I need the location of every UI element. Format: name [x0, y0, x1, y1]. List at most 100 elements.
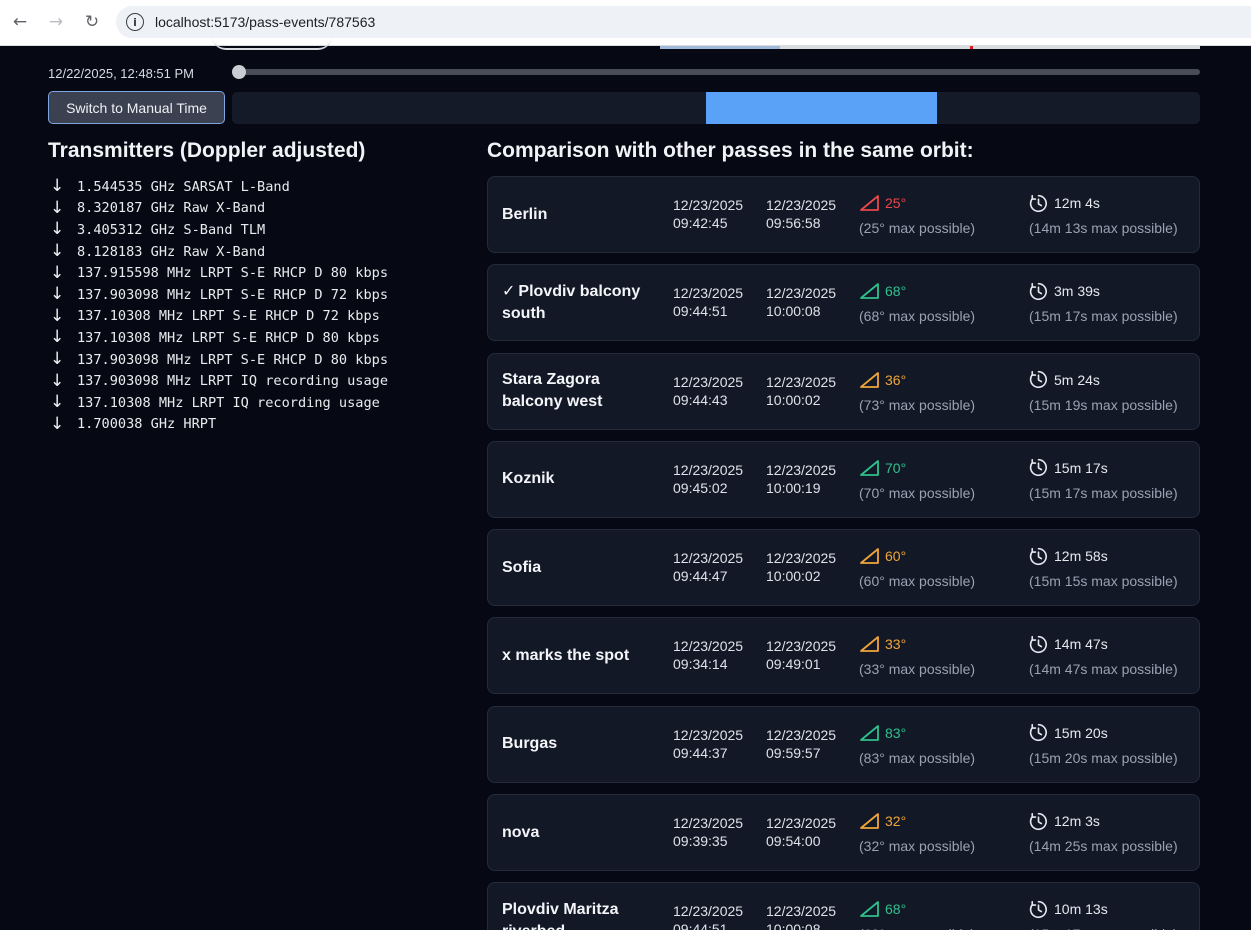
- pass-card[interactable]: nova 12/23/2025 09:39:35 12/23/2025 09:54:00…: [487, 794, 1200, 872]
- start-time: 09:44:47: [673, 568, 728, 585]
- transmitter-label: 8.320187 GHz Raw X-Band: [77, 200, 266, 217]
- transmitter-row: ↓ 137.903098 MHz LRPT S-E RHCP D 72 kbps: [50, 284, 470, 306]
- elevation-block: 70° (70° max possible): [859, 458, 975, 501]
- start-date: 12/23/2025: [673, 815, 744, 832]
- location-name: Sofia: [502, 530, 662, 605]
- location-name-text: nova: [502, 823, 540, 841]
- transmitter-row: ↓ 8.320187 GHz Raw X-Band: [50, 198, 470, 220]
- pass-end: 12/23/2025 10:00:02: [766, 549, 836, 585]
- elevation-value: 83°: [885, 724, 907, 741]
- duration-max: (15m 17s max possible): [1029, 484, 1178, 501]
- downlink-arrow-icon: ↓: [50, 284, 65, 305]
- pass-card[interactable]: Stara Zagora balcony west 12/23/2025 09:44…: [487, 352, 1200, 430]
- location-name: ✓ Plovdiv balcony south: [502, 265, 662, 340]
- time-slider-track[interactable]: [238, 69, 1200, 75]
- pass-end: 12/23/2025 09:49:01: [766, 637, 836, 673]
- duration-block: 5m 24s (15m 19s max possible): [1029, 370, 1178, 413]
- forward-icon[interactable]: →: [42, 8, 70, 36]
- duration-max: (15m 19s max possible): [1029, 396, 1178, 413]
- location-name-text: Stara Zagora balcony west: [502, 371, 603, 411]
- duration-block: 14m 47s (14m 47s max possible): [1029, 634, 1178, 677]
- pass-card[interactable]: Koznik 12/23/2025 09:45:02 12/23/2025 10:00:…: [487, 440, 1200, 518]
- duration-block: 12m 3s (14m 25s max possible): [1029, 811, 1178, 854]
- pass-end: 12/23/2025 09:54:00: [766, 814, 836, 850]
- time-slider-thumb[interactable]: [232, 65, 246, 79]
- transmitter-row: ↓ 3.405312 GHz S-Band TLM: [50, 219, 470, 241]
- pass-window-bar: [706, 92, 937, 124]
- transmitter-row: ↓ 137.903098 MHz LRPT S-E RHCP D 80 kbps: [50, 349, 470, 371]
- start-time: 09:44:51: [673, 303, 728, 320]
- end-date: 12/23/2025: [766, 197, 837, 213]
- start-date: 12/23/2025: [673, 903, 744, 920]
- end-date: 12/23/2025: [766, 285, 837, 302]
- url-text[interactable]: localhost:5173/pass-events/787563: [155, 14, 375, 30]
- elevation-block: 25° (25° max possible): [859, 193, 975, 236]
- end-date: 12/23/2025: [766, 550, 837, 567]
- pass-card[interactable]: ✓ Plovdiv balcony south 12/23/2025 09:44:51…: [487, 264, 1200, 342]
- site-info-icon[interactable]: i: [126, 13, 144, 31]
- reload-icon[interactable]: ↻: [78, 8, 106, 36]
- transmitter-list: ↓ 1.544535 GHz SARSAT L-Band ↓ 8.320187 GHz…: [50, 176, 470, 435]
- transmitter-row: ↓ 137.10308 MHz LRPT IQ recording usage: [50, 392, 470, 414]
- transmitter-label: 137.10308 MHz LRPT S-E RHCP D 80 kbps: [77, 329, 380, 346]
- elevation-block: 60° (60° max possible): [859, 546, 975, 589]
- back-icon[interactable]: ←: [6, 8, 34, 36]
- location-name: Berlin: [502, 177, 662, 252]
- map-marker: [970, 46, 973, 49]
- elevation-max: (83° max possible): [859, 749, 976, 766]
- elevation-block: 68° (68° max possible): [859, 899, 975, 930]
- elevation-value: 68°: [885, 283, 907, 300]
- elevation-block: 32° (32° max possible): [859, 811, 975, 854]
- transmitter-label: 3.405312 GHz S-Band TLM: [77, 221, 266, 238]
- elevation-max: (25° max possible): [859, 220, 976, 236]
- pass-card[interactable]: Burgas 12/23/2025 09:44:37 12/23/2025 09:59:…: [487, 705, 1200, 783]
- location-name-text: Berlin: [502, 205, 548, 223]
- clock-icon: [1029, 724, 1047, 742]
- start-date: 12/23/2025: [673, 461, 744, 478]
- current-time-label: 12/22/2025, 12:48:51 PM: [48, 66, 195, 81]
- elevation-triangle-icon: [860, 724, 879, 741]
- start-time: 09:42:45: [673, 215, 728, 231]
- duration-max: (15m 20s max possible): [1029, 749, 1178, 766]
- elevation-block: 36° (73° max possible): [859, 370, 975, 413]
- pass-card[interactable]: x marks the spot 12/23/2025 09:34:14 12/23/…: [487, 617, 1200, 695]
- pass-card[interactable]: Berlin 12/23/2025 09:42:45 12/23/2025 09:56:…: [487, 176, 1200, 253]
- transmitter-row: ↓ 1.544535 GHz SARSAT L-Band: [50, 176, 470, 198]
- clock-icon: [1029, 812, 1047, 830]
- elevation-triangle-icon: [860, 283, 879, 300]
- end-time: 10:00:08: [766, 303, 821, 320]
- duration-value: 15m 20s: [1054, 724, 1108, 741]
- transmitter-label: 137.915598 MHz LRPT S-E RHCP D 80 kbps: [77, 265, 388, 282]
- pass-start: 12/23/2025 09:42:45: [673, 196, 743, 232]
- switch-manual-time-button[interactable]: Switch to Manual Time: [48, 91, 225, 124]
- location-name: Koznik: [502, 442, 662, 517]
- downlink-arrow-icon: ↓: [50, 305, 65, 326]
- transmitter-label: 137.10308 MHz LRPT S-E RHCP D 72 kbps: [77, 308, 380, 325]
- end-time: 10:00:02: [766, 391, 821, 408]
- pass-card[interactable]: Plovdiv Maritza riverbed 12/23/202509:44:…: [487, 882, 1200, 930]
- start-time: 09:44:51: [673, 921, 728, 930]
- start-time: 09:44:43: [673, 391, 728, 408]
- transmitters-heading: Transmitters (Doppler adjusted): [48, 139, 366, 162]
- elevation-value: 68°: [885, 901, 907, 918]
- downlink-arrow-icon: ↓: [50, 219, 65, 240]
- duration-value: 15m 17s: [1054, 459, 1108, 476]
- elevation-triangle-icon: [860, 636, 879, 653]
- transmitter-row: ↓ 137.915598 MHz LRPT S-E RHCP D 80 kbps: [50, 262, 470, 284]
- transmitter-label: 137.903098 MHz LRPT IQ recording usage: [77, 373, 388, 390]
- elevation-block: 33° (33° max possible): [859, 634, 975, 677]
- elevation-value: 32°: [885, 813, 907, 830]
- pass-start: 12/23/2025 09:44:43: [673, 373, 743, 409]
- clock-icon: [1029, 635, 1047, 654]
- duration-value: 12m 3s: [1054, 813, 1100, 830]
- start-time: 09:45:02: [673, 479, 728, 496]
- clock-icon: [1029, 370, 1047, 389]
- elevation-triangle-icon: [860, 459, 879, 476]
- elevation-block: 68° (68° max possible): [859, 281, 975, 324]
- elevation-triangle-icon: [860, 371, 879, 388]
- address-bar[interactable]: i localhost:5173/pass-events/787563: [116, 6, 1251, 38]
- pass-card[interactable]: Sofia 12/23/2025 09:44:47 12/23/2025 10:00:0…: [487, 529, 1200, 607]
- transmitter-label: 1.700038 GHz HRPT: [77, 416, 217, 433]
- start-date: 12/23/2025: [673, 550, 744, 567]
- location-name: Plovdiv Maritza riverbed: [502, 883, 662, 930]
